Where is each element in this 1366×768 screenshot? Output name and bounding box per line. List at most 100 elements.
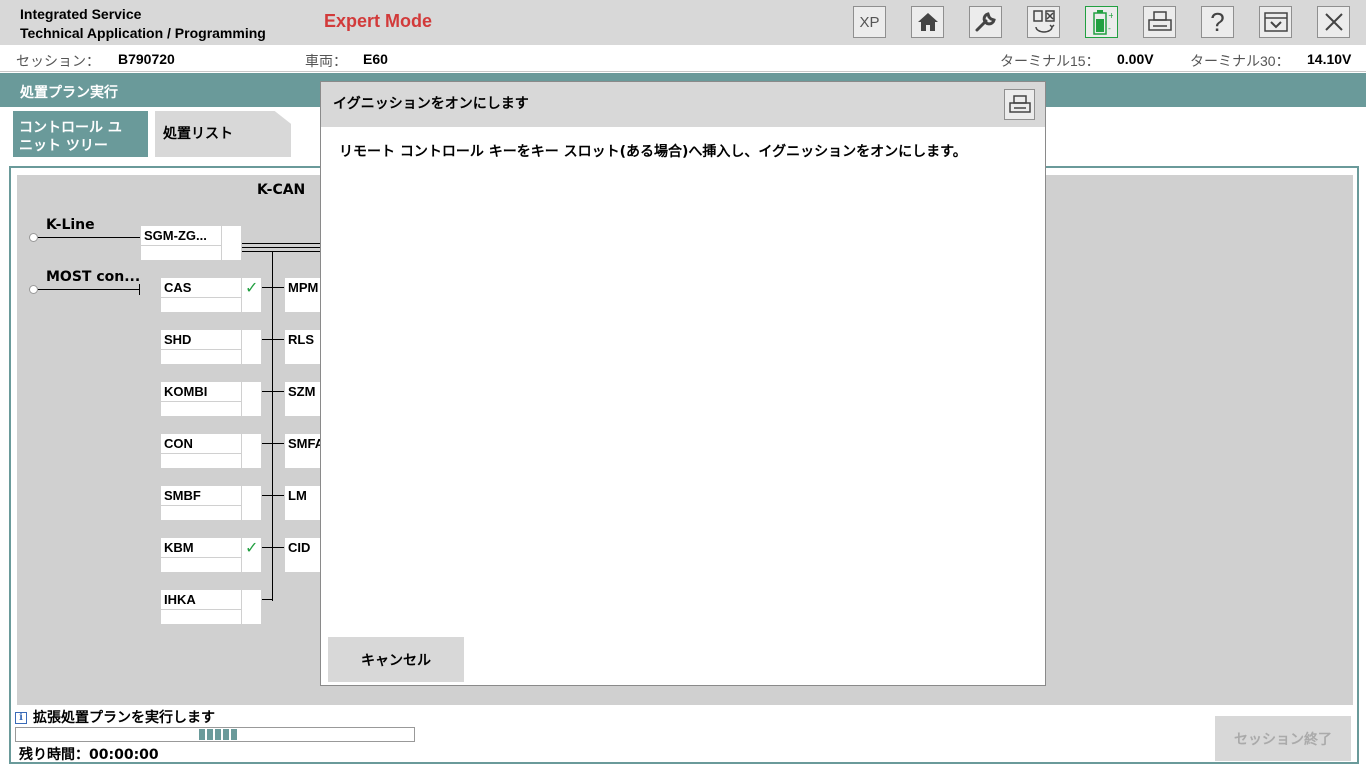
kline-connector xyxy=(29,233,38,242)
end-session-button[interactable]: セッション終了 xyxy=(1215,716,1351,761)
home-button[interactable] xyxy=(911,6,944,38)
connector-line xyxy=(262,287,284,288)
connector-line xyxy=(262,339,284,340)
most-connector xyxy=(29,285,38,294)
ecu-ihka[interactable]: IHKA xyxy=(160,589,262,626)
ecu-cid[interactable]: CID xyxy=(284,537,324,573)
session-info-bar: セッション： B790720 車両： E60 ターミナル15： 0.00V ター… xyxy=(0,45,1366,72)
ecu-name: KBM xyxy=(164,540,194,555)
most-terminator xyxy=(139,284,140,295)
ecu-status-cell xyxy=(221,226,222,262)
ecu-szm[interactable]: SZM xyxy=(284,381,324,417)
ecu-kombi[interactable]: KOMBI xyxy=(160,381,262,418)
ecu-name: LM xyxy=(288,488,307,503)
tab-label-line2: ニット ツリー xyxy=(19,138,108,154)
connector-line xyxy=(262,391,284,392)
battery-button[interactable]: + - xyxy=(1085,6,1118,38)
collapse-button[interactable] xyxy=(1259,6,1292,38)
terminal15-value: 0.00V xyxy=(1117,51,1154,67)
dialog-print-button[interactable] xyxy=(1004,89,1035,120)
ecu-status-cell xyxy=(241,538,242,574)
ecu-status-cell xyxy=(241,330,242,366)
battery-icon: + - xyxy=(1092,10,1113,35)
close-button[interactable] xyxy=(1317,6,1350,38)
gateway-unit[interactable]: SGM-ZG... xyxy=(140,225,242,262)
vehicle-value: E60 xyxy=(363,51,388,67)
dialog-message: リモート コントロール キーをキー スロット(ある場合)へ挿入し、イグニッション… xyxy=(339,144,967,160)
session-value: B790720 xyxy=(118,51,175,67)
progress-bar xyxy=(15,727,415,742)
xp-button[interactable]: XP xyxy=(853,6,886,38)
ecu-divider xyxy=(161,609,241,610)
ecu-divider xyxy=(161,297,241,298)
ignition-dialog: イグニッションをオンにします リモート コントロール キーをキー スロット(ある… xyxy=(320,81,1046,686)
settings-button[interactable] xyxy=(969,6,1002,38)
cancel-button[interactable]: キャンセル xyxy=(328,637,464,682)
printer-icon xyxy=(1147,11,1172,31)
vehicle-label: 車両： xyxy=(305,53,347,69)
most-label: MOST con... xyxy=(46,269,141,285)
ecu-status-cell xyxy=(241,382,242,418)
ecu-name: IHKA xyxy=(164,592,196,607)
help-icon: ? xyxy=(1210,6,1225,37)
ecu-kbm[interactable]: KBM ✓ xyxy=(160,537,262,574)
terminal15-label: ターミナル15： xyxy=(1000,53,1100,69)
help-button[interactable]: ? xyxy=(1201,6,1234,38)
ecu-rls[interactable]: RLS xyxy=(284,329,324,365)
ecu-name: SMFA xyxy=(288,436,325,451)
printer-icon xyxy=(1008,94,1031,113)
expert-mode-label: Expert Mode xyxy=(324,11,433,31)
tab-label-line1: コントロール ユ xyxy=(19,120,122,136)
switch-button[interactable] xyxy=(1027,6,1060,38)
kline-line xyxy=(38,237,140,238)
ecu-smfa[interactable]: SMFA xyxy=(284,433,324,469)
most-line xyxy=(38,289,140,290)
top-header: Integrated Service Technical Application… xyxy=(0,0,1366,45)
ecu-name: RLS xyxy=(288,332,314,347)
ecu-status-cell xyxy=(241,486,242,522)
ecu-name: SHD xyxy=(164,332,192,347)
ecu-mpm[interactable]: MPM xyxy=(284,277,324,313)
wrench-icon xyxy=(975,12,996,32)
connector-line xyxy=(262,547,284,548)
ecu-cas[interactable]: CAS ✓ xyxy=(160,277,262,314)
ecu-status-cell xyxy=(241,434,242,470)
app-title-line1: Integrated Service xyxy=(20,6,142,22)
tab-action-list[interactable]: 処置リスト xyxy=(155,111,291,157)
tab-control-unit-tree[interactable]: コントロール ユ ニット ツリー xyxy=(13,111,148,157)
ecu-smbf[interactable]: SMBF xyxy=(160,485,262,522)
status-text: 拡張処置プランを実行します xyxy=(33,710,215,726)
switch-icon xyxy=(1032,10,1055,33)
collapse-icon xyxy=(1263,12,1288,32)
terminal30-value: 14.10V xyxy=(1307,51,1352,67)
check-icon: ✓ xyxy=(245,538,259,557)
ecu-name: SMBF xyxy=(164,488,201,503)
ecu-name: CON xyxy=(164,436,193,451)
ecu-divider xyxy=(161,401,241,402)
bus-title: K-CAN xyxy=(257,182,306,198)
kline-label: K-Line xyxy=(46,217,95,233)
status-message: i 拡張処置プランを実行します xyxy=(15,707,215,727)
xp-label: XP xyxy=(859,13,880,31)
print-button[interactable] xyxy=(1143,6,1176,38)
dialog-header: イグニッションをオンにします xyxy=(321,82,1045,127)
svg-text:+: + xyxy=(1108,11,1113,20)
tab-label: 処置リスト xyxy=(163,126,233,142)
app-title-line2: Technical Application / Programming xyxy=(20,25,266,41)
ecu-divider xyxy=(161,349,241,350)
ecu-status-cell xyxy=(241,278,242,314)
dialog-title: イグニッションをオンにします xyxy=(333,96,529,112)
check-icon: ✓ xyxy=(245,278,259,297)
ecu-name: CID xyxy=(288,540,311,555)
ecu-lm[interactable]: LM xyxy=(284,485,324,521)
connector-line xyxy=(262,599,272,600)
k-can-bus-line xyxy=(242,247,322,248)
progress-fill xyxy=(199,729,239,740)
ecu-name: KOMBI xyxy=(164,384,208,399)
info-icon: i xyxy=(15,712,27,724)
terminal30-label: ターミナル30： xyxy=(1190,53,1290,69)
bus-trunk xyxy=(272,251,273,601)
k-can-bus-line xyxy=(242,251,322,252)
ecu-shd[interactable]: SHD xyxy=(160,329,262,366)
ecu-con[interactable]: CON xyxy=(160,433,262,470)
